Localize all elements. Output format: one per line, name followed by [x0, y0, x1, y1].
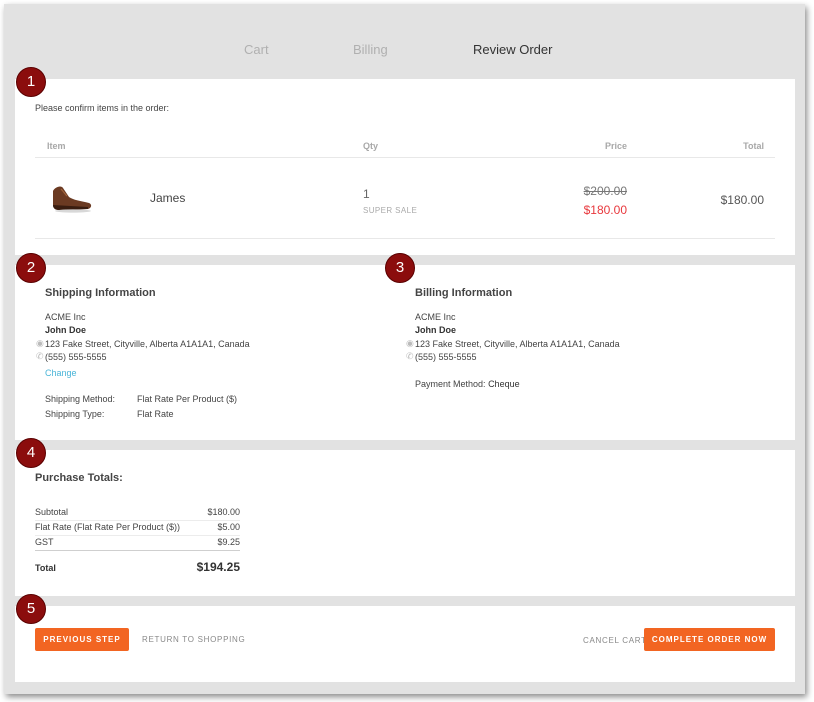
col-header-item: Item	[47, 141, 66, 151]
actions-panel: PREVIOUS STEP RETURN TO SHOPPING CANCEL …	[15, 606, 795, 682]
gst-label: GST	[35, 537, 54, 547]
subtotal-label: Subtotal	[35, 507, 69, 517]
billing-phone: (555) 555-5555	[415, 352, 477, 362]
col-header-qty: Qty	[363, 141, 379, 151]
map-pin-icon: ◉	[406, 338, 414, 348]
item-sale-price: $180.00	[583, 203, 627, 217]
items-panel: Please confirm items in the order: Item …	[15, 79, 795, 255]
shipping-method-value: Flat Rate Per Product ($)	[137, 394, 238, 404]
section-badge-2: 2	[16, 253, 46, 283]
shipping-method-label: Shipping Method:	[45, 394, 116, 404]
totals-divider	[35, 520, 240, 521]
flat-rate-value: $5.00	[217, 522, 240, 532]
billing-company: ACME Inc	[415, 312, 456, 322]
change-shipping-link[interactable]: Change	[45, 368, 77, 378]
billing-title: Billing Information	[415, 287, 513, 299]
phone-icon: ✆	[36, 351, 44, 361]
item-total: $180.00	[720, 193, 764, 207]
header-divider	[35, 157, 775, 158]
flat-rate-label: Flat Rate (Flat Rate Per Product ($))	[35, 522, 181, 532]
totals-divider	[35, 550, 240, 551]
cancel-cart-link[interactable]: CANCEL CART	[583, 636, 647, 645]
shipping-type-label: Shipping Type:	[45, 409, 105, 419]
shipping-company: ACME Inc	[45, 312, 86, 322]
checkout-steps: Cart Billing Review Order	[4, 42, 805, 62]
shipping-title: Shipping Information	[45, 287, 156, 299]
subtotal-value: $180.00	[207, 507, 240, 517]
address-panel: Shipping Information ACME Inc John Doe ◉…	[15, 265, 795, 440]
items-prompt: Please confirm items in the order:	[35, 103, 170, 113]
checkout-frame: Cart Billing Review Order Please confirm…	[4, 4, 805, 694]
shipping-name: John Doe	[45, 325, 87, 335]
section-badge-5: 5	[16, 594, 46, 624]
total-value: $194.25	[196, 560, 240, 574]
col-header-price: Price	[604, 141, 627, 151]
item-name[interactable]: James	[150, 191, 185, 205]
totals-panel: Purchase Totals: Subtotal $180.00 Flat R…	[15, 450, 795, 596]
shipping-address: 123 Fake Street, Cityville, Alberta A1A1…	[45, 339, 250, 349]
shoe-image	[53, 186, 92, 213]
item-qty-note: SUPER SALE	[363, 206, 418, 215]
item-old-price: $200.00	[583, 184, 627, 198]
phone-icon: ✆	[406, 351, 414, 361]
item-qty: 1	[363, 187, 370, 201]
totals-divider	[35, 535, 240, 536]
map-pin-icon: ◉	[36, 338, 44, 348]
step-review-order: Review Order	[473, 42, 553, 57]
col-header-total: Total	[743, 141, 764, 151]
previous-step-button[interactable]: PREVIOUS STEP	[35, 628, 129, 651]
shipping-phone: (555) 555-5555	[45, 352, 107, 362]
total-label: Total	[35, 563, 56, 573]
step-cart[interactable]: Cart	[244, 42, 269, 57]
step-billing[interactable]: Billing	[353, 42, 388, 57]
section-badge-4: 4	[16, 438, 46, 468]
section-badge-3: 3	[385, 253, 415, 283]
payment-method: Payment Method: Cheque	[415, 379, 520, 389]
billing-address: 123 Fake Street, Cityville, Alberta A1A1…	[415, 339, 620, 349]
gst-value: $9.25	[217, 537, 240, 547]
return-to-shopping-link[interactable]: RETURN TO SHOPPING	[142, 635, 245, 644]
payment-method-value: Cheque	[488, 379, 520, 389]
row-divider	[35, 238, 775, 239]
totals-title: Purchase Totals:	[35, 472, 123, 484]
section-badge-1: 1	[16, 67, 46, 97]
shipping-type-value: Flat Rate	[137, 409, 174, 419]
payment-method-label: Payment Method:	[415, 379, 486, 389]
complete-order-button[interactable]: COMPLETE ORDER NOW	[644, 628, 775, 651]
billing-name: John Doe	[415, 325, 457, 335]
